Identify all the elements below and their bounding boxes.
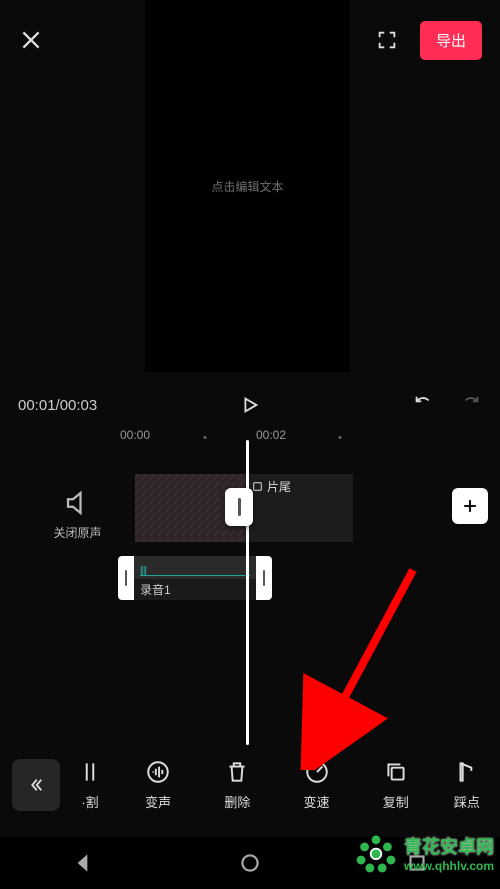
toolbar-tools: ·割 变声 删除 变速 复制 踩点 (68, 745, 500, 825)
speed-icon (304, 759, 330, 785)
tool-speed[interactable]: 变速 (284, 759, 350, 811)
speaker-icon (63, 488, 93, 518)
add-clip-button[interactable] (452, 488, 488, 524)
play-icon[interactable] (239, 394, 261, 416)
close-icon[interactable] (18, 27, 44, 53)
delete-icon (224, 759, 250, 785)
watermark-url: www.qhhlv.com (404, 859, 494, 873)
tool-voice-change[interactable]: 变声 (125, 759, 191, 811)
mute-original-sound[interactable]: 关闭原声 (50, 488, 105, 541)
ruler-tick: 00:00 (120, 428, 150, 442)
watermark-logo-icon (354, 831, 398, 875)
ruler-tick: 00:02 (256, 428, 286, 442)
export-button[interactable]: 导出 (420, 21, 482, 60)
tool-copy[interactable]: 复制 (363, 759, 429, 811)
audio-clip-body[interactable]: 录音1 (134, 556, 256, 600)
bottom-toolbar: ·割 变声 删除 变速 复制 踩点 (0, 745, 500, 825)
tool-split[interactable]: ·割 (68, 759, 112, 811)
copy-icon (383, 759, 409, 785)
ruler-dot (204, 436, 207, 439)
tool-label: 变速 (284, 792, 350, 811)
beat-icon (454, 759, 480, 785)
tool-delete[interactable]: 删除 (204, 759, 270, 811)
timeline[interactable]: 00:00 00:02 关闭原声 片尾 录音1 (0, 428, 500, 748)
tool-label: 变声 (125, 792, 191, 811)
clip-handle-left[interactable] (118, 556, 134, 600)
player-controls: 00:01/00:03 (0, 385, 500, 425)
end-segment[interactable]: 片尾 (245, 474, 353, 542)
clip-transition-handle[interactable] (225, 488, 253, 526)
end-segment-label: 片尾 (267, 478, 291, 495)
end-segment-tag: 片尾 (251, 478, 291, 495)
tool-label: 复制 (363, 792, 429, 811)
tool-label: 踩点 (442, 792, 492, 811)
video-preview[interactable]: 点击编辑文本 (145, 0, 350, 372)
tool-beat[interactable]: 踩点 (442, 759, 492, 811)
time-display: 00:01/00:03 (18, 397, 97, 414)
mute-label: 关闭原声 (50, 524, 105, 541)
top-right-group: 导出 (376, 21, 482, 60)
toolbar-back-button[interactable] (12, 759, 60, 811)
nav-back-icon[interactable] (70, 850, 96, 876)
audio-waveform (140, 566, 250, 576)
audio-clip-name: 录音1 (134, 579, 256, 600)
undo-icon[interactable] (412, 394, 434, 416)
split-icon (77, 759, 103, 785)
tool-label: 删除 (204, 792, 270, 811)
watermark-brand: 青花安卓网 (404, 837, 494, 857)
preview-placeholder-text: 点击编辑文本 (211, 178, 283, 195)
timeline-ruler: 00:00 00:02 (0, 428, 500, 452)
voice-change-icon (145, 759, 171, 785)
redo-icon[interactable] (460, 394, 482, 416)
tool-label: ·割 (68, 792, 112, 811)
fullscreen-icon[interactable] (376, 29, 398, 51)
playhead[interactable] (246, 440, 249, 745)
nav-home-icon[interactable] (237, 850, 263, 876)
clip-handle-right[interactable] (256, 556, 272, 600)
watermark: 青花安卓网 www.qhhlv.com (354, 831, 494, 875)
ruler-dot (339, 436, 342, 439)
